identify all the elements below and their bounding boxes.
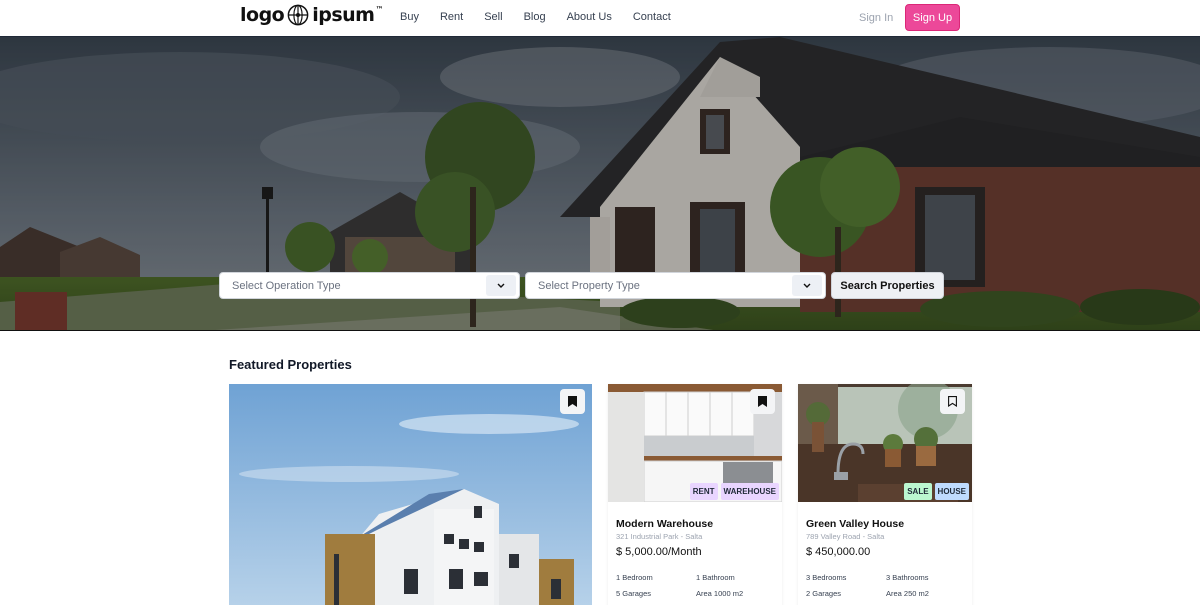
bookmark-filled-icon bbox=[568, 396, 577, 407]
property-type-select[interactable]: Select Property Type bbox=[525, 272, 826, 299]
logo-trademark: ™ bbox=[375, 4, 383, 14]
property-title[interactable]: Modern Warehouse bbox=[616, 518, 774, 530]
feature-garages: 5 Garages bbox=[616, 589, 652, 598]
search-properties-button[interactable]: Search Properties bbox=[831, 272, 944, 299]
menu-item-sell[interactable]: Sell bbox=[484, 11, 502, 23]
operation-type-placeholder: Select Operation Type bbox=[232, 279, 341, 292]
property-card[interactable]: RENT WAREHOUSE Modern Warehouse 321 Indu… bbox=[608, 384, 782, 605]
card-body: Modern Warehouse 321 Industrial Park - S… bbox=[608, 518, 782, 598]
hero-banner: Select Operation Type Select Property Ty… bbox=[0, 37, 1200, 331]
property-image: SALE HOUSE bbox=[798, 384, 972, 502]
logo-text-left: logo bbox=[240, 4, 285, 26]
bookmark-button[interactable] bbox=[940, 389, 965, 414]
tag-house: HOUSE bbox=[934, 483, 969, 500]
tag-warehouse: WAREHOUSE bbox=[720, 483, 779, 500]
bookmark-filled-icon bbox=[758, 396, 767, 407]
property-title[interactable]: Green Valley House bbox=[806, 518, 964, 530]
property-type-placeholder: Select Property Type bbox=[538, 279, 640, 292]
property-tags: RENT WAREHOUSE bbox=[689, 483, 779, 500]
operation-type-select[interactable]: Select Operation Type bbox=[219, 272, 520, 299]
menu-item-blog[interactable]: Blog bbox=[524, 11, 546, 23]
chevron-down-icon[interactable] bbox=[792, 275, 822, 296]
property-address: 321 Industrial Park - Salta bbox=[616, 532, 703, 541]
card-body: Green Valley House 789 Valley Road - Sal… bbox=[798, 518, 972, 598]
feature-bedrooms: 3 Bedrooms bbox=[806, 573, 847, 582]
property-search-bar: Select Operation Type Select Property Ty… bbox=[219, 272, 944, 299]
sign-in-link[interactable]: Sign In bbox=[859, 12, 893, 24]
property-address: 789 Valley Road - Salta bbox=[806, 532, 885, 541]
property-features: 3 Bedrooms 3 Bathrooms 2 Garages Area 25… bbox=[806, 573, 964, 598]
property-features: 1 Bedroom 1 Bathroom 5 Garages Area 1000… bbox=[616, 573, 774, 598]
logo-text-right: ipsum bbox=[312, 4, 375, 26]
chevron-down-icon[interactable] bbox=[486, 275, 516, 296]
bookmark-button[interactable] bbox=[750, 389, 775, 414]
menu-item-buy[interactable]: Buy bbox=[400, 11, 419, 23]
logo[interactable]: logo ipsum ™ bbox=[240, 4, 383, 26]
feature-garages: 2 Garages bbox=[806, 589, 842, 598]
tag-rent: RENT bbox=[689, 483, 718, 500]
featured-property-card-large[interactable] bbox=[229, 384, 592, 605]
building-photo bbox=[229, 384, 592, 605]
feature-bathrooms: 3 Bathrooms bbox=[886, 573, 929, 582]
feature-area: Area 1000 m2 bbox=[696, 589, 744, 598]
tag-sale: SALE bbox=[904, 483, 932, 500]
section-title: Featured Properties bbox=[229, 357, 352, 372]
bookmark-outline-icon bbox=[948, 396, 957, 407]
sign-up-button[interactable]: Sign Up bbox=[905, 4, 960, 31]
globe-icon bbox=[287, 4, 309, 26]
main-menu: Buy Rent Sell Blog About Us Contact bbox=[400, 11, 692, 23]
menu-item-about-us[interactable]: About Us bbox=[567, 11, 612, 23]
top-navbar: logo ipsum ™ Buy Rent Sell Blog About Us… bbox=[0, 0, 1200, 37]
property-price: $ 450,000.00 bbox=[806, 546, 871, 558]
property-card[interactable]: SALE HOUSE Green Valley House 789 Valley… bbox=[798, 384, 972, 605]
feature-bedrooms: 1 Bedroom bbox=[616, 573, 653, 582]
menu-item-rent[interactable]: Rent bbox=[440, 11, 463, 23]
feature-bathrooms: 1 Bathroom bbox=[696, 573, 735, 582]
property-image: RENT WAREHOUSE bbox=[608, 384, 782, 502]
bookmark-button[interactable] bbox=[560, 389, 585, 414]
feature-area: Area 250 m2 bbox=[886, 589, 929, 598]
property-tags: SALE HOUSE bbox=[904, 483, 969, 500]
property-price: $ 5,000.00/Month bbox=[616, 546, 702, 558]
menu-item-contact[interactable]: Contact bbox=[633, 11, 671, 23]
